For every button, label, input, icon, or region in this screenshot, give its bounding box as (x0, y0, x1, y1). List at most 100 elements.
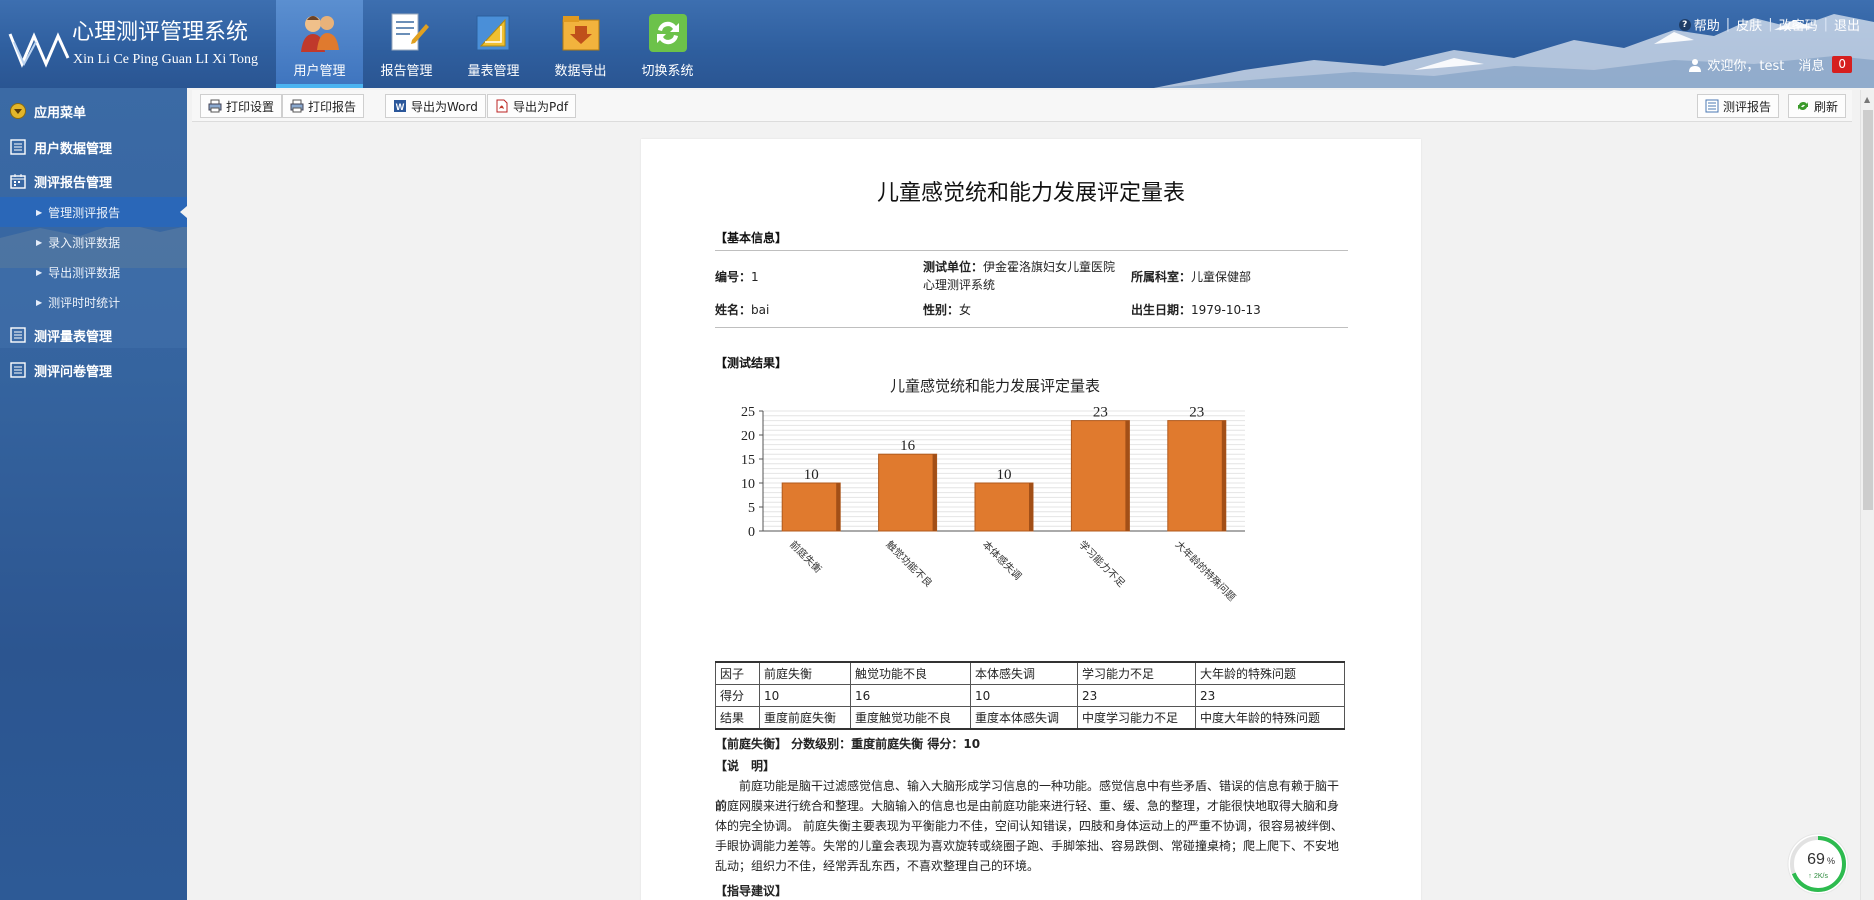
sidebar-menu-title[interactable]: 应用菜单 (0, 96, 187, 126)
list-icon (10, 362, 26, 378)
sidebar-subitem-label: 录入测评数据 (48, 235, 121, 250)
pdf-icon (496, 99, 508, 113)
bar-value-label: 10 (997, 467, 1012, 483)
nav-report-management[interactable]: 报告管理 (363, 0, 450, 88)
table-cell: 重度前庭失衡 (759, 706, 851, 730)
upload-arrow-icon: ↑ (1808, 873, 1812, 880)
nav-label: 切换系统 (641, 64, 694, 79)
field-name: 姓名：bai (715, 301, 769, 319)
field-value: 心理测评系统 (923, 278, 996, 292)
report-toolbar: 打印设置 打印报告 W 导出为Word 导出为Pdf 测评报告 刷新 (192, 90, 1852, 122)
button-label: 导出为Word (411, 99, 478, 114)
caret-right-icon: ▶ (36, 267, 43, 277)
field-label: 所属科室： (1131, 270, 1192, 284)
messages-link[interactable]: 消息 (1798, 55, 1824, 74)
sidebar-item-label: 测评报告管理 (34, 175, 113, 191)
print-report-button[interactable]: 打印报告 (282, 94, 365, 118)
guidance-heading: 【指导建议】 (715, 884, 788, 898)
bar (974, 482, 1034, 532)
help-link[interactable]: 帮助 (1694, 15, 1720, 34)
sidebar-subitem-realtime-stats[interactable]: ▶ 测评时时统计 (0, 287, 187, 317)
table-cell: 16 (850, 684, 971, 707)
scroll-up-icon[interactable]: ▲ (1864, 95, 1870, 104)
divider (715, 327, 1348, 328)
list-icon (10, 139, 26, 155)
skin-link[interactable]: 皮肤 (1736, 15, 1762, 34)
bar (878, 453, 938, 532)
speed-percent-sign: % (1827, 856, 1835, 866)
sidebar-item-user-data[interactable]: 用户数据管理 (0, 132, 187, 162)
x-tick-label: 本体感失调 (980, 538, 1025, 583)
table-row: 因子 前庭失衡 触觉功能不良 本体感失调 学习能力不足 大年龄的特殊问题 (715, 661, 1345, 685)
bar (1167, 420, 1227, 532)
caret-right-icon: ▶ (36, 207, 43, 217)
nav-user-management[interactable]: 用户管理 (276, 0, 363, 88)
sidebar-item-questionnaire-management[interactable]: 测评问卷管理 (0, 355, 187, 385)
table-cell: 10 (759, 684, 851, 707)
nav-data-export[interactable]: 数据导出 (537, 0, 624, 88)
table-cell: 大年龄的特殊问题 (1195, 661, 1345, 685)
explain-line: 前庭网膜来进行统合和整理。大脑输入的信息也是由前庭功能来进行轻、重、缓、急的整理… (715, 799, 1340, 813)
sidebar-item-report-management[interactable]: 测评报告管理 (0, 166, 187, 196)
vertical-scrollbar[interactable]: ▲ (1860, 90, 1874, 900)
table-cell: 23 (1195, 684, 1345, 707)
separator: | (1823, 17, 1828, 32)
logout-link[interactable]: 退出 (1834, 15, 1860, 34)
sidebar-subitem-manage-reports[interactable]: ▶ 管理测评报告 (0, 197, 187, 227)
basic-info-heading: 【基本信息】 (715, 231, 788, 245)
print-settings-button[interactable]: 打印设置 (200, 94, 283, 118)
field-department: 所属科室：儿童保健部 (1131, 268, 1251, 286)
bar-shade (1029, 483, 1033, 531)
app-logo (8, 32, 70, 68)
button-label: 刷新 (1814, 99, 1839, 114)
nav-scale-management[interactable]: 量表管理 (450, 0, 537, 88)
export-word-button[interactable]: W 导出为Word (385, 94, 486, 118)
sidebar-menu-title-label: 应用菜单 (34, 105, 87, 121)
table-cell: 23 (1077, 684, 1196, 707)
button-label: 打印设置 (226, 99, 275, 114)
export-pdf-button[interactable]: 导出为Pdf (487, 94, 577, 118)
top-links: ? 帮助 | 皮肤 | 改密码 | 退出 (1678, 15, 1860, 34)
field-value: 伊金霍洛旗妇女儿童医院 (983, 260, 1116, 274)
sidebar-subitem-enter-data[interactable]: ▶ 录入测评数据 (0, 227, 187, 257)
nav-switch-system[interactable]: 切换系统 (624, 0, 711, 88)
y-tick-label: 15 (741, 453, 755, 468)
table-cell: 10 (970, 684, 1078, 707)
table-cell: 前庭失衡 (759, 661, 851, 685)
caret-right-icon: ▶ (36, 297, 43, 307)
bar (781, 482, 841, 532)
app-header: 心理测评管理系统 Xin Li Ce Ping Guan LI Xi Tong … (0, 0, 1874, 88)
x-tick-label: 触觉功能不良 (883, 538, 935, 590)
report-document: 儿童感觉统和能力发展评定量表 【基本信息】 编号：1 测试单位：伊金霍洛旗妇女儿… (641, 139, 1421, 900)
report-icon (391, 13, 429, 51)
mountain-background (1154, 14, 1874, 88)
button-label: 测评报告 (1723, 99, 1772, 114)
y-tick-label: 5 (748, 501, 755, 516)
sidebar-item-scale-management[interactable]: 测评量表管理 (0, 320, 187, 350)
sidebar-subitem-label: 导出测评数据 (48, 265, 121, 280)
network-speed-widget[interactable]: 69 % 2K/s ↑ (1786, 832, 1850, 896)
menu-toggle-icon (10, 103, 26, 119)
table-cell: 结果 (715, 706, 760, 730)
chart-y-axis: 0 5 10 15 20 25 (741, 405, 763, 540)
scrollbar-thumb[interactable] (1863, 110, 1873, 510)
refresh-button[interactable]: 刷新 (1788, 94, 1847, 118)
list-icon (10, 327, 26, 343)
bar-shade (1221, 420, 1226, 531)
welcome-bar: 欢迎你，test 消息 0 (1688, 55, 1852, 74)
y-tick-label: 0 (748, 525, 755, 540)
bar-value-label: 10 (804, 467, 819, 483)
messages-count-badge[interactable]: 0 (1832, 56, 1852, 73)
printer-icon (208, 99, 222, 113)
report-title: 儿童感觉统和能力发展评定量表 (876, 181, 1185, 206)
field-label: 出生日期： (1131, 303, 1192, 317)
field-label: 性别： (923, 303, 960, 317)
chart-x-axis: 前庭失衡 触觉功能不良 本体感失调 学习能力不足 大年龄的特殊问题 (787, 538, 1238, 604)
eval-report-button[interactable]: 测评报告 (1697, 94, 1780, 118)
field-label: 编号： (715, 270, 752, 284)
user-icon (1689, 58, 1702, 72)
sidebar: 应用菜单 用户数据管理 测评报告管理 ▶ 管理测评报告 ▶ 录入测评数据 ▶ 导… (0, 88, 187, 900)
sidebar-subitem-export-data[interactable]: ▶ 导出测评数据 (0, 257, 187, 287)
button-label: 导出为Pdf (513, 99, 569, 114)
change-password-link[interactable]: 改密码 (1779, 15, 1818, 34)
